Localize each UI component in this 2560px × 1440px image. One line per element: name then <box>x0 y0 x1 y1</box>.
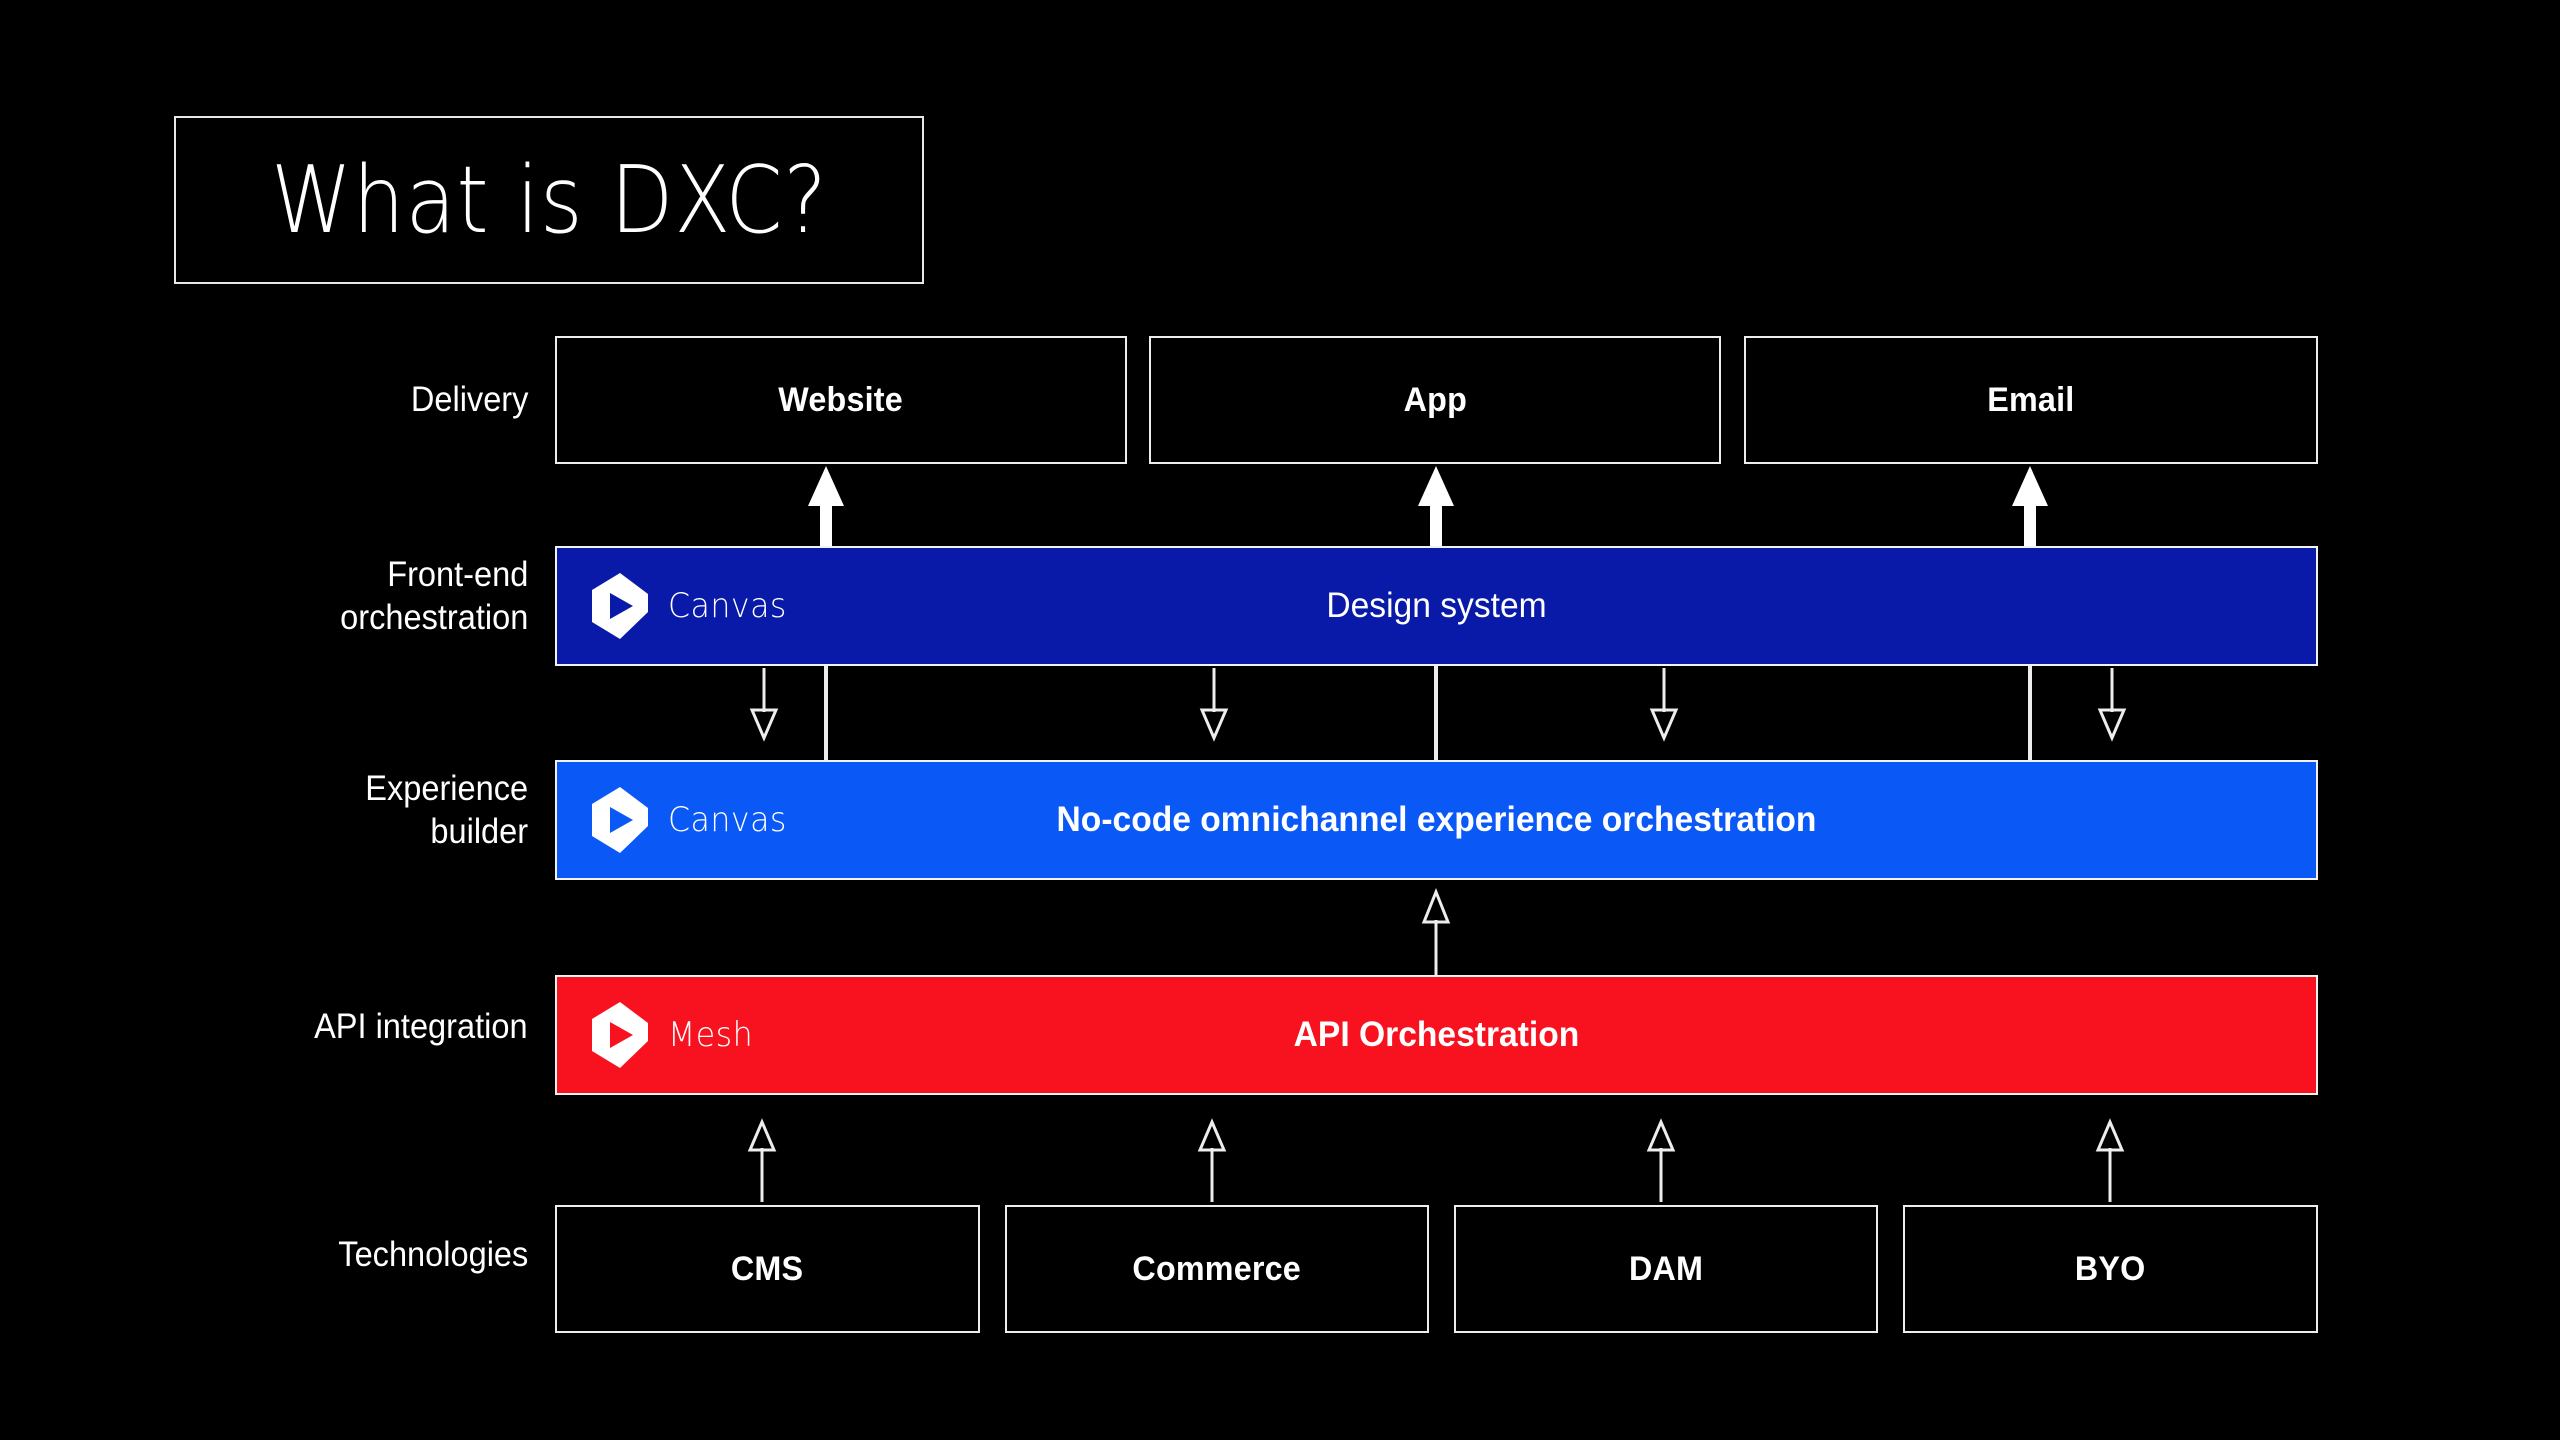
technology-box-byo-label: BYO <box>2075 1249 2146 1288</box>
arrow-up-hollow-dam <box>1645 1118 1677 1202</box>
brand-name-mesh-api: Mesh <box>668 1015 754 1055</box>
title-box: What is DXC? <box>174 116 924 284</box>
delivery-box-app-label: App <box>1403 380 1467 419</box>
row-label-technologies: Technologies <box>337 1235 528 1274</box>
delivery-box-app[interactable]: App <box>1149 336 1721 464</box>
row-label-front-end-orchestration: Front-end orchestration <box>339 555 528 637</box>
delivery-box-email-label: Email <box>1987 380 2075 419</box>
technology-box-byo[interactable]: BYO <box>1903 1205 2318 1333</box>
technology-box-commerce-label: Commerce <box>1132 1249 1302 1288</box>
technology-box-cms-label: CMS <box>731 1249 804 1288</box>
arrow-up-hollow-cms <box>746 1118 778 1202</box>
brand-canvas-front-end: Canvas <box>590 572 796 640</box>
arrow-up-hollow-to-experience <box>1420 887 1452 978</box>
page-title: What is DXC? <box>270 145 828 254</box>
delivery-box-email[interactable]: Email <box>1744 336 2318 464</box>
diagram-canvas: What is DXC? Delivery Front-end orchestr… <box>0 0 2560 1440</box>
band-label-design-system: Design system <box>1326 586 1547 625</box>
canvas-play-hex-logo-icon <box>592 787 648 853</box>
brand-name-canvas-front-end: Canvas <box>668 586 787 626</box>
divider-line-3 <box>2028 666 2032 766</box>
delivery-box-website-label: Website <box>778 380 904 419</box>
band-experience-builder[interactable]: Canvas No-code omnichannel experience or… <box>555 760 2318 880</box>
arrow-up-hollow-byo <box>2094 1118 2126 1202</box>
arrow-down-hollow-1 <box>748 668 780 742</box>
technology-box-commerce[interactable]: Commerce <box>1005 1205 1429 1333</box>
arrow-up-solid-to-website <box>800 466 852 546</box>
band-label-api-orchestration: API Orchestration <box>1293 1015 1580 1054</box>
technology-box-dam-label: DAM <box>1628 1249 1704 1288</box>
band-label-no-code-orchestration: No-code omnichannel experience orchestra… <box>1056 800 1817 839</box>
arrow-down-hollow-4 <box>2096 668 2128 742</box>
arrow-up-solid-to-email <box>2004 466 2056 546</box>
brand-mesh-api: Mesh <box>590 1001 760 1069</box>
arrow-down-hollow-3 <box>1648 668 1680 742</box>
row-label-delivery: Delivery <box>410 380 528 419</box>
band-api-integration[interactable]: Mesh API Orchestration <box>555 975 2318 1095</box>
delivery-box-website[interactable]: Website <box>555 336 1127 464</box>
row-label-api-integration: API integration <box>314 1007 528 1046</box>
divider-line-2 <box>1434 666 1438 766</box>
brand-canvas-experience: Canvas <box>590 786 796 854</box>
arrow-up-solid-to-app <box>1410 466 1462 546</box>
technology-box-cms[interactable]: CMS <box>555 1205 980 1333</box>
band-front-end-orchestration[interactable]: Canvas Design system <box>555 546 2318 666</box>
canvas-play-hex-logo-icon <box>592 573 648 639</box>
divider-line-1 <box>824 666 828 766</box>
arrow-down-hollow-2 <box>1198 668 1230 742</box>
mesh-play-hex-logo-icon <box>592 1002 648 1068</box>
row-label-experience-builder: Experience builder <box>365 769 528 851</box>
arrow-up-hollow-commerce <box>1196 1118 1228 1202</box>
brand-name-canvas-experience: Canvas <box>668 800 787 840</box>
technology-box-dam[interactable]: DAM <box>1454 1205 1878 1333</box>
